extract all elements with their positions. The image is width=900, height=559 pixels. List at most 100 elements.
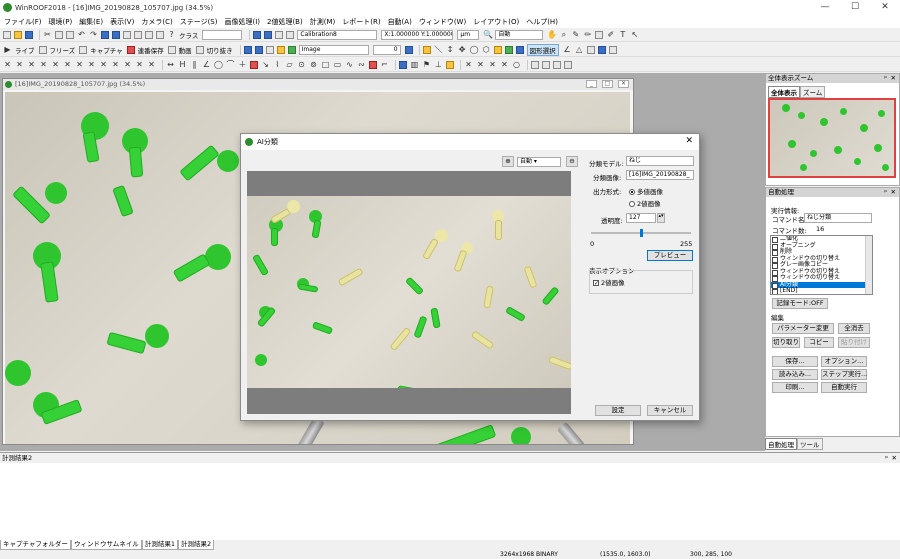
cancel-button[interactable]: キャンセル: [647, 405, 693, 416]
auto-exec-button[interactable]: 自動実行: [821, 382, 867, 393]
preview-button[interactable]: プレビュー: [647, 250, 693, 261]
menu-edit[interactable]: 編集(E): [79, 17, 103, 27]
cross-a-icon[interactable]: ✕: [464, 60, 473, 69]
shape-select-label[interactable]: 図形選択: [526, 43, 559, 56]
tab-window-thumbnail[interactable]: ウィンドウサムネイル: [70, 540, 142, 550]
minimize-button[interactable]: —: [810, 0, 840, 15]
grid-a-icon[interactable]: [531, 60, 539, 69]
tool-c-icon[interactable]: ✕: [27, 60, 36, 69]
menu-measure[interactable]: 計測(M): [310, 17, 336, 27]
print-button[interactable]: 印刷...: [772, 382, 818, 393]
line-icon[interactable]: ＼: [434, 45, 443, 54]
pin-icon[interactable]: ᵖ: [884, 188, 887, 197]
monitor2-icon[interactable]: [264, 30, 273, 39]
save-script-button[interactable]: 保存...: [772, 356, 818, 367]
flag-icon[interactable]: ⚑: [422, 60, 431, 69]
layer-icon[interactable]: [243, 45, 252, 54]
table2-icon[interactable]: [597, 45, 606, 54]
video-icon[interactable]: [167, 45, 176, 54]
ai-classify-dialog[interactable]: AI分類 ✕ ⊕ 自動 ▾ ⊖ 分類モデル: ねじ 分類画像: [16]IMG_…: [240, 133, 700, 421]
rect-select-icon[interactable]: [422, 45, 431, 54]
profile-icon[interactable]: [399, 60, 407, 69]
tool-h-icon[interactable]: ✕: [87, 60, 96, 69]
record-icon[interactable]: [126, 45, 135, 54]
rect-measure-icon[interactable]: ▭: [333, 60, 342, 69]
pen-icon[interactable]: ✎: [571, 30, 580, 39]
help-icon[interactable]: ?: [167, 30, 176, 39]
tool-l-icon[interactable]: ✕: [135, 60, 144, 69]
close-button[interactable]: ✕: [870, 0, 900, 15]
paste-button[interactable]: 貼り付け: [838, 337, 870, 348]
shape-select-icon[interactable]: [515, 45, 524, 54]
report2-icon[interactable]: [286, 30, 295, 39]
step-exec-button[interactable]: ステップ実行...: [821, 369, 867, 380]
table-icon[interactable]: [156, 30, 164, 39]
area-icon[interactable]: ▱: [285, 60, 294, 69]
line-measure-icon[interactable]: ↔: [166, 60, 175, 69]
cutout-icon[interactable]: [195, 45, 204, 54]
search-icon[interactable]: ⌕: [559, 30, 568, 39]
menu-view[interactable]: 表示(V): [110, 17, 134, 27]
cut-button[interactable]: 切り取り: [772, 337, 800, 348]
save-icon[interactable]: [25, 30, 33, 39]
live-icon[interactable]: ▶: [3, 45, 12, 54]
ring-icon[interactable]: ○: [512, 60, 521, 69]
command-list-scrollbar[interactable]: [865, 236, 872, 294]
opacity-slider-thumb[interactable]: [640, 229, 643, 237]
param-change-button[interactable]: パラメーター変更: [772, 323, 834, 334]
point-icon[interactable]: ＋: [238, 60, 247, 69]
view-mode2-icon[interactable]: [112, 30, 120, 39]
maximize-button[interactable]: ☐: [840, 0, 870, 15]
zoom-in-icon[interactable]: ⊕: [502, 156, 514, 167]
menu-binary-processing[interactable]: 2値処理(B): [267, 17, 303, 27]
eraser-icon[interactable]: [595, 30, 604, 39]
image-maximize-button[interactable]: □: [602, 80, 613, 88]
value-spinner[interactable]: 0: [372, 44, 401, 55]
command-name-field[interactable]: ねじ分類: [804, 213, 872, 223]
load-script-button[interactable]: 読み込み...: [772, 369, 818, 380]
panel-close-icon[interactable]: ✕: [891, 188, 896, 197]
class-combo[interactable]: [202, 29, 243, 40]
square-icon[interactable]: □: [321, 60, 330, 69]
preview-area[interactable]: [247, 171, 571, 414]
model-combo[interactable]: ねじ: [626, 156, 694, 166]
dialog-close-icon[interactable]: ✕: [685, 136, 693, 146]
polyline-icon[interactable]: ⌇: [273, 60, 282, 69]
grid-d-icon[interactable]: [564, 60, 572, 69]
cut-icon[interactable]: ✂: [43, 30, 52, 39]
arrow-icon[interactable]: ↕: [446, 45, 455, 54]
circle-measure-icon[interactable]: ◯: [214, 60, 223, 69]
tab-capture-folder[interactable]: キャプチャフォルダー: [0, 540, 71, 550]
tool-a-icon[interactable]: ✕: [3, 60, 12, 69]
video-label[interactable]: 動画: [179, 45, 192, 55]
menu-file[interactable]: ファイル(F): [4, 17, 42, 27]
opacity-field[interactable]: 127: [626, 213, 656, 223]
redo-icon[interactable]: ↷: [89, 30, 98, 39]
menu-camera[interactable]: カメラ(C): [141, 17, 172, 27]
new-file-icon[interactable]: [3, 30, 11, 39]
tool-e-icon[interactable]: ✕: [51, 60, 60, 69]
move-icon[interactable]: ✥: [458, 45, 467, 54]
capture-icon[interactable]: [79, 45, 88, 54]
paste-icon[interactable]: [66, 30, 74, 39]
report-icon[interactable]: [275, 30, 284, 39]
tab-measure-result-2[interactable]: 計測結果2: [177, 540, 215, 550]
menu-window[interactable]: ウィンドウ(W): [419, 17, 466, 27]
pin-icon[interactable]: ᵖ: [884, 74, 887, 83]
undo-icon[interactable]: ↶: [77, 30, 86, 39]
opacity-spinner[interactable]: ▴▾: [657, 213, 665, 223]
classify-image-combo[interactable]: [16]IMG_20190828_: [626, 170, 694, 180]
overview-thumbnail[interactable]: [768, 98, 896, 178]
tool-k-icon[interactable]: ✕: [123, 60, 132, 69]
grid-icon[interactable]: [123, 30, 131, 39]
zoom-icon[interactable]: 🔍: [483, 30, 493, 39]
tab-tool[interactable]: ツール: [797, 438, 823, 450]
menu-report[interactable]: レポート(R): [342, 17, 380, 27]
tool-b-icon[interactable]: ✕: [15, 60, 24, 69]
live-label[interactable]: ライブ: [15, 45, 35, 55]
image-close-button[interactable]: ✕: [618, 80, 629, 88]
zoom-auto-combo[interactable]: 自動: [495, 29, 544, 40]
bracket-icon[interactable]: ⌐: [380, 60, 389, 69]
tool-j-icon[interactable]: ✕: [111, 60, 120, 69]
capture-label[interactable]: キャプチャ: [90, 45, 122, 55]
